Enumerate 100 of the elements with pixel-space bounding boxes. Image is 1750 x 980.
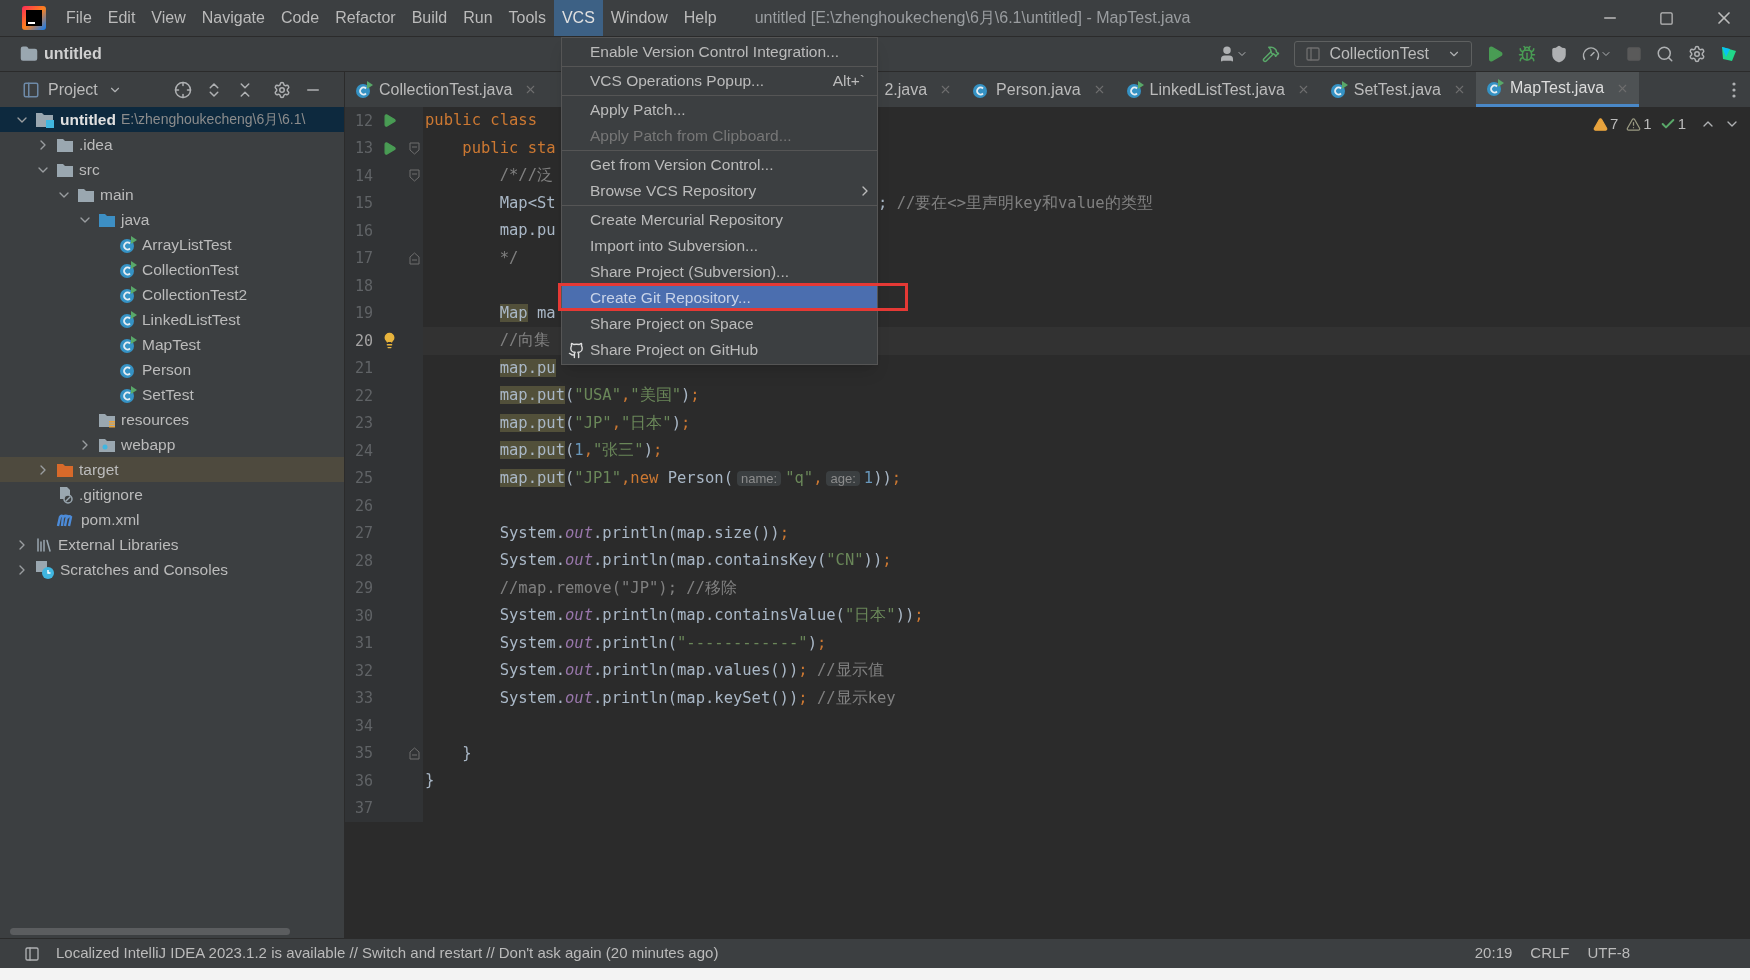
horizontal-scrollbar[interactable]: [10, 927, 290, 935]
dropdown-menu-item[interactable]: Share Project on Space: [562, 311, 877, 337]
tree-row[interactable]: LinkedListTest: [0, 307, 344, 332]
tree-row[interactable]: pom.xml: [0, 507, 344, 532]
tree-row[interactable]: java: [0, 207, 344, 232]
editor-tab[interactable]: SetTest.java: [1319, 72, 1476, 107]
editor-tab[interactable]: LinkedListTest.java: [1115, 72, 1320, 107]
tree-row[interactable]: Scratches and Consoles: [0, 557, 344, 582]
tree-row[interactable]: resources: [0, 407, 344, 432]
tree-row[interactable]: untitled E:\zhenghoukecheng\6月\6.1\: [0, 107, 344, 132]
settings-icon[interactable]: [1688, 45, 1706, 63]
tree-row[interactable]: MapTest: [0, 332, 344, 357]
tree-item-label: Scratches and Consoles: [60, 559, 228, 580]
tree-row[interactable]: CollectionTest: [0, 257, 344, 282]
dropdown-menu-item[interactable]: Apply Patch...: [562, 97, 877, 123]
window-title: untitled [E:\zhenghoukecheng\6月\6.1\untitled] - MapTest.java: [754, 8, 1191, 28]
account-icon[interactable]: [1218, 45, 1249, 63]
menu-item[interactable]: VCS: [553, 0, 603, 36]
toolbox-logo-icon[interactable]: [1720, 45, 1738, 63]
github-icon: [567, 341, 585, 359]
tree-item-label: .gitignore: [79, 484, 143, 505]
code-line: System.out.println(map.containsKey("CN"));: [498, 550, 892, 572]
weak-warnings-indicator[interactable]: 1: [1626, 113, 1652, 136]
runnable-class-icon: [1485, 79, 1504, 97]
tree-row[interactable]: CollectionTest2: [0, 282, 344, 307]
coverage-icon[interactable]: [1550, 45, 1568, 63]
code-line: System.out.println(map.containsValue("日本"));: [498, 605, 924, 627]
panel-icon: [22, 80, 40, 99]
run-gutter-icon[interactable]: [381, 140, 397, 156]
tree-row[interactable]: SetTest: [0, 382, 344, 407]
menu-item[interactable]: Edit: [99, 0, 144, 36]
code-line: //map.remove("JP"); //移除: [498, 577, 737, 599]
build-icon[interactable]: [1262, 45, 1281, 63]
fold-marker-icon[interactable]: [408, 141, 420, 155]
tree-row[interactable]: src: [0, 157, 344, 182]
dropdown-menu-item[interactable]: Import into Subversion...: [562, 233, 877, 259]
code-line: map.put("JP1",new Person( name: "q", age: 1));: [498, 467, 902, 489]
dropdown-menu-item[interactable]: VCS Operations Popup... Alt+`: [562, 68, 877, 94]
menu-item[interactable]: File: [58, 0, 100, 36]
run-icon[interactable]: [1486, 45, 1504, 63]
menu-item[interactable]: Window: [602, 0, 676, 36]
menu-item[interactable]: Tools: [500, 0, 554, 36]
project-folder-icon: [20, 45, 38, 63]
tree-item-label: ArrayListTest: [142, 234, 232, 255]
tree-row[interactable]: main: [0, 182, 344, 207]
tree-item-label: resources: [121, 409, 190, 430]
dropdown-menu-item[interactable]: Browse VCS Repository: [562, 178, 877, 204]
code-line: map.put(1,"张三");: [498, 440, 663, 462]
tree-row[interactable]: Person: [0, 357, 344, 382]
menu-item[interactable]: Run: [455, 0, 501, 36]
fold-marker-icon[interactable]: [408, 169, 420, 183]
debug-icon[interactable]: [1518, 45, 1536, 63]
status-message[interactable]: Localized IntelliJ IDEA 2023.1.2 is available // Switch and restart // Don't ask again (20 minutes ago): [56, 942, 719, 965]
tree-item-label: LinkedListTest: [142, 309, 241, 330]
menu-item[interactable]: Refactor: [327, 0, 404, 36]
fold-end-marker-icon[interactable]: [408, 251, 420, 265]
dropdown-menu-item[interactable]: Create Mercurial Repository: [562, 207, 877, 233]
tree-row[interactable]: webapp: [0, 432, 344, 457]
resources-folder-icon: [98, 411, 116, 428]
tree-row[interactable]: External Libraries: [0, 532, 344, 557]
menu-item[interactable]: Help: [675, 0, 725, 36]
runnable-class-icon: [1329, 80, 1348, 99]
dropdown-menu-item[interactable]: Share Project (Subversion)...: [562, 259, 877, 285]
search-icon[interactable]: [1656, 45, 1674, 63]
editor-tab[interactable]: Person.java: [962, 72, 1116, 107]
maximize-icon[interactable]: [1659, 10, 1674, 26]
file-encoding[interactable]: UTF-8: [1587, 942, 1630, 965]
line-separator[interactable]: CRLF: [1530, 942, 1570, 965]
tool-windows-icon[interactable]: [24, 945, 40, 962]
dropdown-menu-item[interactable]: Get from Version Control...: [562, 152, 877, 178]
locate-icon[interactable]: [174, 80, 192, 99]
tree-row[interactable]: .idea: [0, 132, 344, 157]
tree-row[interactable]: ArrayListTest: [0, 232, 344, 257]
menu-item[interactable]: Navigate: [193, 0, 273, 36]
tree-row[interactable]: .gitignore: [0, 482, 344, 507]
warnings-indicator[interactable]: 7: [1592, 113, 1619, 136]
profiler-icon[interactable]: [1582, 45, 1612, 63]
tree-item-label: CollectionTest2: [142, 284, 248, 305]
dropdown-menu-item[interactable]: Enable Version Control Integration...: [562, 39, 877, 65]
project-name[interactable]: untitled: [44, 42, 102, 66]
editor-tab[interactable]: 2.java: [884, 72, 963, 107]
menu-item[interactable]: Code: [272, 0, 328, 36]
menu-item[interactable]: Build: [403, 0, 456, 36]
more-icon[interactable]: [1732, 81, 1736, 98]
settings-icon[interactable]: [273, 80, 291, 99]
editor-tab[interactable]: MapTest.java: [1475, 72, 1640, 107]
fold-end-marker-icon[interactable]: [408, 746, 420, 760]
libraries-icon: [35, 535, 53, 554]
run-gutter-icon[interactable]: [381, 113, 397, 129]
tree-item-label: MapTest: [142, 334, 201, 355]
passed-indicator[interactable]: 1: [1659, 113, 1686, 136]
editor-tab[interactable]: CollectionTest.java: [345, 72, 548, 107]
dropdown-menu-item[interactable]: Share Project on GitHub: [562, 337, 877, 363]
scratches-icon: [35, 559, 55, 580]
run-configuration-dropdown[interactable]: CollectionTest: [1294, 41, 1472, 67]
tree-row[interactable]: target: [0, 457, 344, 482]
project-view-dropdown[interactable]: Project: [48, 77, 122, 102]
code-line: map.pu: [498, 220, 556, 242]
menu-item[interactable]: View: [143, 0, 194, 36]
caret-position[interactable]: 20:19: [1474, 942, 1513, 965]
